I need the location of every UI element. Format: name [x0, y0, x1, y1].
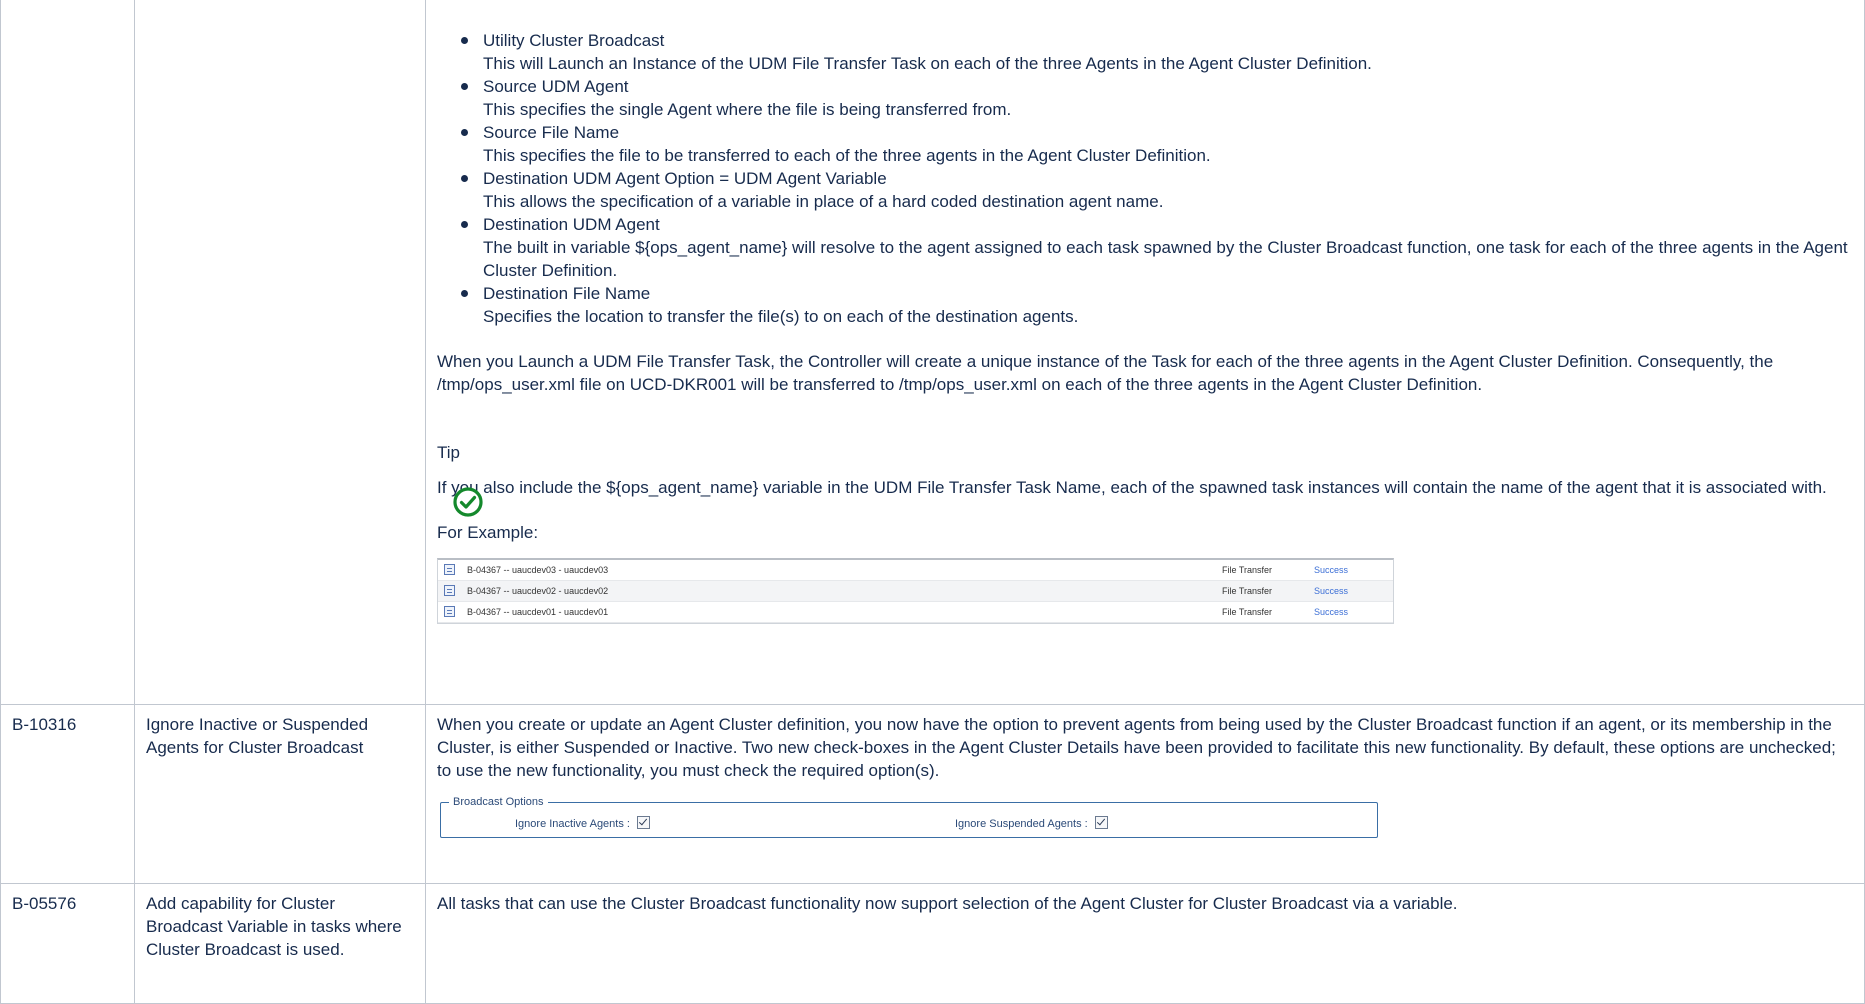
task-name: B-04367 -- uaucdev02 - uaucdev02 [467, 586, 609, 596]
item-id: B-10316 [12, 715, 77, 734]
ignore-suspended-label: Ignore Suspended Agents : [955, 818, 1088, 830]
list-item: Destination UDM Agent Option = UDM Agent… [461, 167, 1854, 213]
field-list: Utility Cluster Broadcast This will Launc… [437, 29, 1854, 328]
title-cell [134, 0, 426, 705]
task-status: Success [1314, 607, 1349, 617]
item-title: Add capability for Cluster Broadcast Var… [146, 894, 402, 959]
table-row: B-04367 -- uaucdev03 - uaucdev03 File Tra… [438, 560, 1393, 581]
list-item: Source UDM Agent This specifies the singl… [461, 75, 1854, 121]
check-circle-icon [453, 487, 483, 517]
field-desc: This will Launch an Instance of the UDM … [483, 54, 1372, 73]
example-screenshot: B-04367 -- uaucdev03 - uaucdev03 File Tra… [437, 558, 1394, 624]
description-cell: Utility Cluster Broadcast This will Launc… [425, 0, 1865, 705]
task-name: B-04367 -- uaucdev03 - uaucdev03 [467, 565, 609, 575]
ignore-inactive-label: Ignore Inactive Agents : [515, 818, 630, 830]
tip-title: Tip [437, 443, 460, 462]
field-label: Destination UDM Agent Option = UDM Agent… [483, 169, 887, 188]
item-description: When you create or update an Agent Clust… [437, 715, 1836, 780]
description-cell: When you create or update an Agent Clust… [425, 704, 1865, 884]
item-description: All tasks that can use the Cluster Broad… [437, 894, 1458, 913]
id-cell [0, 0, 135, 705]
field-label: Source File Name [483, 123, 620, 142]
field-desc: This specifies the file to be transferre… [483, 146, 1211, 165]
broadcast-options-legend: Broadcast Options [453, 796, 544, 808]
field-label: Utility Cluster Broadcast [483, 31, 665, 50]
release-notes-table: Utility Cluster Broadcast This will Launc… [0, 0, 1865, 1004]
field-desc: This allows the specification of a varia… [483, 192, 1164, 211]
list-item: Source File Name This specifies the file … [461, 121, 1854, 167]
example-label: For Example: [437, 523, 539, 542]
task-status: Success [1314, 586, 1349, 596]
ignore-inactive-option: Ignore Inactive Agents : [515, 816, 650, 831]
broadcast-options-panel: Broadcast Options Ignore Inactive Agents… [440, 796, 1378, 838]
list-item: Destination UDM Agent The built in variab… [461, 213, 1854, 282]
table-row: B-04367 -- uaucdev02 - uaucdev02 File Tra… [438, 581, 1393, 602]
table-row: B-05576 Add capability for Cluster Broad… [0, 883, 1865, 1004]
title-cell: Add capability for Cluster Broadcast Var… [134, 883, 426, 1004]
item-id: B-05576 [12, 894, 77, 913]
id-cell: B-05576 [0, 883, 135, 1004]
task-icon [444, 564, 455, 575]
field-desc: Specifies the location to transfer the f… [483, 307, 1079, 326]
id-cell: B-10316 [0, 704, 135, 884]
field-label: Destination UDM Agent [483, 215, 660, 234]
task-name: B-04367 -- uaucdev01 - uaucdev01 [467, 607, 609, 617]
field-desc: The built in variable ${ops_agent_name} … [483, 238, 1848, 280]
table-row: B-10316 Ignore Inactive or Suspended Age… [0, 704, 1865, 884]
table-row: B-04367 -- uaucdev01 - uaucdev01 File Tra… [438, 602, 1393, 623]
field-desc: This specifies the single Agent where th… [483, 100, 1012, 119]
task-type: File Transfer [1222, 586, 1273, 596]
ignore-inactive-checkbox[interactable] [636, 816, 650, 829]
ignore-suspended-checkbox[interactable] [1094, 816, 1108, 829]
item-title: Ignore Inactive or Suspended Agents for … [146, 715, 369, 757]
field-label: Destination File Name [483, 284, 651, 303]
task-status: Success [1314, 565, 1349, 575]
title-cell: Ignore Inactive or Suspended Agents for … [134, 704, 426, 884]
task-icon [444, 606, 455, 617]
launch-paragraph: When you Launch a UDM File Transfer Task… [437, 352, 1774, 394]
task-icon [444, 585, 455, 596]
task-type: File Transfer [1222, 607, 1273, 617]
table-row: Utility Cluster Broadcast This will Launc… [0, 0, 1865, 705]
tip-text: If you also include the ${ops_agent_name… [437, 478, 1827, 497]
list-item: Utility Cluster Broadcast This will Launc… [461, 29, 1854, 75]
task-type: File Transfer [1222, 565, 1273, 575]
description-cell: All tasks that can use the Cluster Broad… [425, 883, 1865, 1004]
ignore-suspended-option: Ignore Suspended Agents : [955, 816, 1108, 831]
list-item: Destination File Name Specifies the locat… [461, 282, 1854, 328]
field-label: Source UDM Agent [483, 77, 629, 96]
